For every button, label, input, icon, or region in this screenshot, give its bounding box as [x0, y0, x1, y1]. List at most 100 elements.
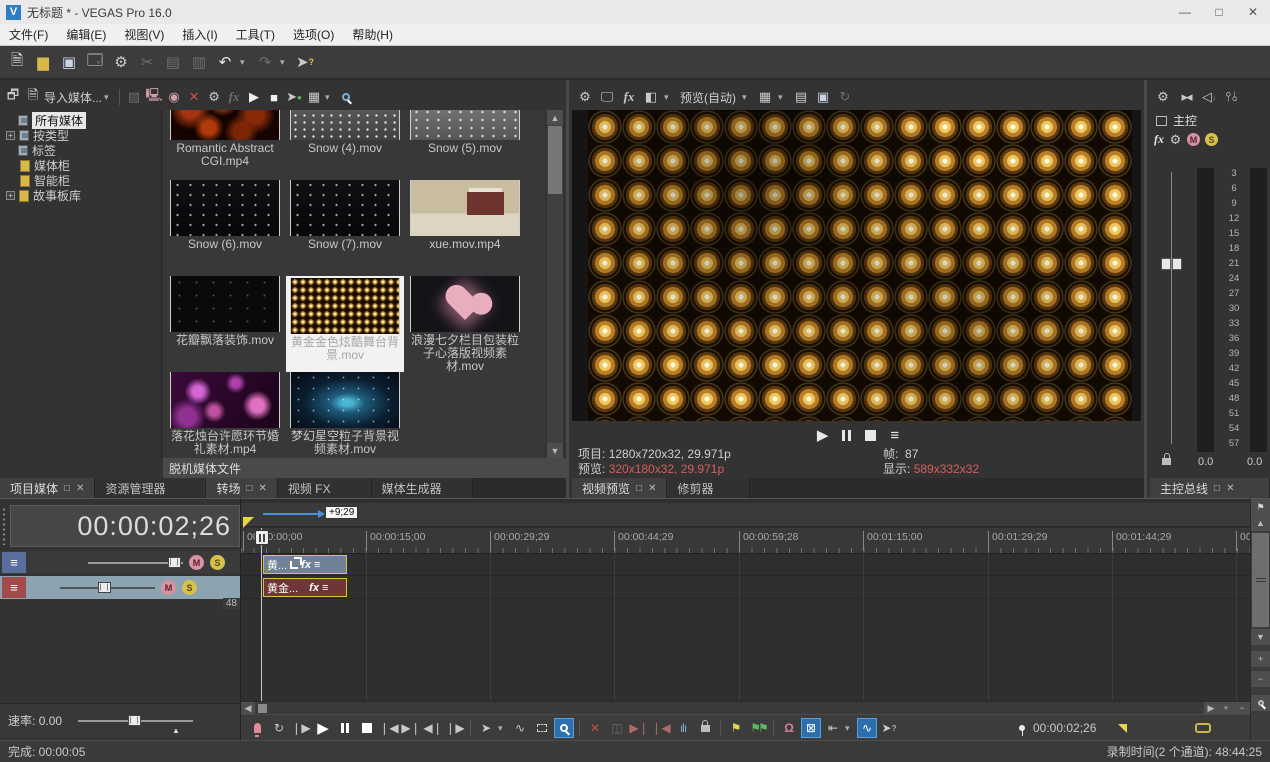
- tab-video-fx[interactable]: 视频 FX: [278, 478, 372, 498]
- vscrollbar-thumb[interactable]: [1252, 533, 1269, 627]
- envelope-tool-icon[interactable]: ∿: [510, 718, 530, 738]
- media-item[interactable]: 落花烛台许愿环节婚礼素材.mp4: [166, 372, 284, 458]
- expand-icon[interactable]: +: [6, 131, 15, 140]
- zoom-in-track-icon[interactable]: +: [1251, 651, 1270, 667]
- solo-icon[interactable]: S: [182, 580, 197, 595]
- tab-transitions[interactable]: 转场□✕: [206, 478, 277, 498]
- paste-icon[interactable]: ▥: [188, 51, 210, 73]
- preview-auto-icon[interactable]: ▨: [125, 88, 143, 106]
- selection-tool-icon[interactable]: [532, 718, 552, 738]
- undo-icon[interactable]: ↶: [214, 51, 236, 73]
- marker-bar[interactable]: +9;29: [241, 503, 1250, 527]
- loop-start-marker-icon[interactable]: [243, 517, 254, 528]
- lock-icon[interactable]: [695, 718, 715, 738]
- track-menu-icon[interactable]: ≡: [2, 577, 26, 598]
- next-frame-icon[interactable]: ❘▶: [445, 718, 465, 738]
- video-output-fx-icon[interactable]: fx: [620, 88, 638, 106]
- mixer-properties-icon[interactable]: ⚙: [1154, 88, 1172, 106]
- media-item[interactable]: xue.mov.mp4: [406, 180, 524, 276]
- play-icon[interactable]: ▶: [313, 718, 333, 738]
- menu-options[interactable]: 选项(O): [284, 26, 343, 43]
- scroll-down-icon[interactable]: ▼: [547, 443, 563, 458]
- project-properties-icon[interactable]: ⚙: [110, 51, 132, 73]
- preview-play-icon[interactable]: ▶: [245, 88, 263, 106]
- auto-ripple-icon[interactable]: ⇤: [823, 718, 843, 738]
- tab-float-icon[interactable]: □: [636, 483, 642, 494]
- new-project-icon[interactable]: 🗎: [6, 51, 28, 73]
- docked-window-icon[interactable]: 🗗: [4, 88, 22, 106]
- go-to-end-icon[interactable]: ▶❘: [401, 718, 421, 738]
- mute-icon[interactable]: M: [189, 555, 204, 570]
- previous-frame-icon[interactable]: ◀❘: [423, 718, 443, 738]
- media-item[interactable]: 花瓣飘落装饰.mov: [166, 276, 284, 372]
- split-screen-icon[interactable]: ◧: [642, 88, 660, 106]
- import-caret-icon[interactable]: ▾: [104, 92, 114, 103]
- minimize-button[interactable]: —: [1168, 5, 1202, 19]
- tree-item-all-media[interactable]: 所有媒体: [0, 113, 161, 128]
- copy-frame-icon[interactable]: ▤: [792, 88, 810, 106]
- redo-caret-icon[interactable]: ▾: [280, 57, 290, 68]
- timeline-hscrollbar[interactable]: ◀ ▶ + −: [241, 701, 1250, 714]
- tab-media-generators[interactable]: 媒体生成器: [372, 478, 473, 498]
- mute-icon[interactable]: M: [1187, 133, 1200, 146]
- cut-icon[interactable]: ✂: [136, 51, 158, 73]
- import-media-button[interactable]: 导入媒体...: [44, 89, 102, 106]
- media-item[interactable]: 梦幻星空粒子背景视频素材.mov: [286, 372, 404, 458]
- tree-item-smart-bins[interactable]: 智能柜: [0, 173, 161, 188]
- solo-icon[interactable]: S: [1205, 133, 1218, 146]
- media-item[interactable]: Snow (5).mov: [406, 110, 524, 180]
- scroll-right-icon[interactable]: ▶: [1204, 702, 1218, 714]
- event-fx-icon[interactable]: fx: [309, 582, 319, 594]
- render-as-icon[interactable]: 🗔: [84, 51, 106, 73]
- insert-marker-icon[interactable]: ⚑: [726, 718, 746, 738]
- views-icon[interactable]: ▦: [305, 88, 323, 106]
- mixer-views-icon[interactable]: ⫯⫰: [1223, 88, 1241, 106]
- loop-region-icon[interactable]: [1195, 723, 1211, 733]
- marker-tool-icon[interactable]: ⚑: [1251, 499, 1270, 515]
- tab-float-icon[interactable]: □: [64, 483, 70, 494]
- media-scrollbar[interactable]: ▲ ▼: [547, 110, 563, 458]
- insert-region-icon[interactable]: ⚑⚑: [748, 718, 768, 738]
- split-screen-caret-icon[interactable]: ▾: [664, 92, 674, 103]
- go-to-start-icon[interactable]: ❘◀: [379, 718, 399, 738]
- time-ruler[interactable]: 00:00:00;0000:00:15;0000:00:29;2900:00:4…: [241, 528, 1250, 554]
- tree-item-tags[interactable]: 标签: [0, 143, 161, 158]
- auto-crossfade-icon[interactable]: ⊠: [801, 718, 821, 738]
- tab-close-icon[interactable]: ✕: [1226, 483, 1234, 494]
- tab-video-preview[interactable]: 视频预览□✕: [572, 478, 667, 498]
- media-properties-icon[interactable]: ⚙: [205, 88, 223, 106]
- event-fx-icon[interactable]: fx: [301, 559, 311, 571]
- edit-tool-caret-icon[interactable]: ▾: [498, 723, 508, 734]
- loop-playback-icon[interactable]: ↻: [269, 718, 289, 738]
- tree-item-by-type[interactable]: + 按类型: [0, 128, 161, 143]
- zoom-out-track-icon[interactable]: −: [1251, 671, 1270, 687]
- scroll-up-icon[interactable]: ▲: [1251, 515, 1270, 531]
- delete-icon[interactable]: ✕: [585, 718, 605, 738]
- preview-stop-icon[interactable]: [865, 430, 876, 441]
- menu-view[interactable]: 视图(V): [115, 26, 173, 43]
- solo-icon[interactable]: S: [210, 555, 225, 570]
- preview-pause-icon[interactable]: [842, 430, 851, 441]
- tab-float-icon[interactable]: □: [246, 483, 252, 494]
- media-item[interactable]: Snow (4).mov: [286, 110, 404, 180]
- hscrollbar-thumb[interactable]: [258, 704, 267, 713]
- bus-fx-icon[interactable]: fx: [1154, 132, 1164, 147]
- master-fader-track[interactable]: [1171, 172, 1172, 444]
- hover-scrub-icon[interactable]: ➤●: [285, 88, 303, 106]
- save-frame-icon[interactable]: ▣: [814, 88, 832, 106]
- timeline-vscrollbar[interactable]: ⚑ ▲ ▼ + −: [1250, 498, 1270, 740]
- event-menu-icon[interactable]: ≡: [322, 582, 328, 594]
- track-menu-icon[interactable]: ≡: [2, 552, 26, 573]
- close-button[interactable]: ✕: [1236, 5, 1270, 19]
- lock-envelopes-icon[interactable]: ∿: [857, 718, 877, 738]
- media-fx-icon[interactable]: fx: [225, 88, 243, 106]
- tab-explorer[interactable]: 资源管理器: [95, 478, 206, 498]
- scroll-left-icon[interactable]: ◀: [241, 702, 255, 714]
- redo-icon[interactable]: ↷: [254, 51, 276, 73]
- zoom-out-time-icon[interactable]: −: [1234, 702, 1250, 714]
- snap-icon[interactable]: Ω: [779, 718, 799, 738]
- grid-overlay-icon[interactable]: ▦: [756, 88, 774, 106]
- edit-tool-icon[interactable]: ➤: [476, 718, 496, 738]
- tab-trimmer[interactable]: 修剪器: [667, 478, 750, 498]
- track-fader[interactable]: ❘❘: [88, 562, 183, 564]
